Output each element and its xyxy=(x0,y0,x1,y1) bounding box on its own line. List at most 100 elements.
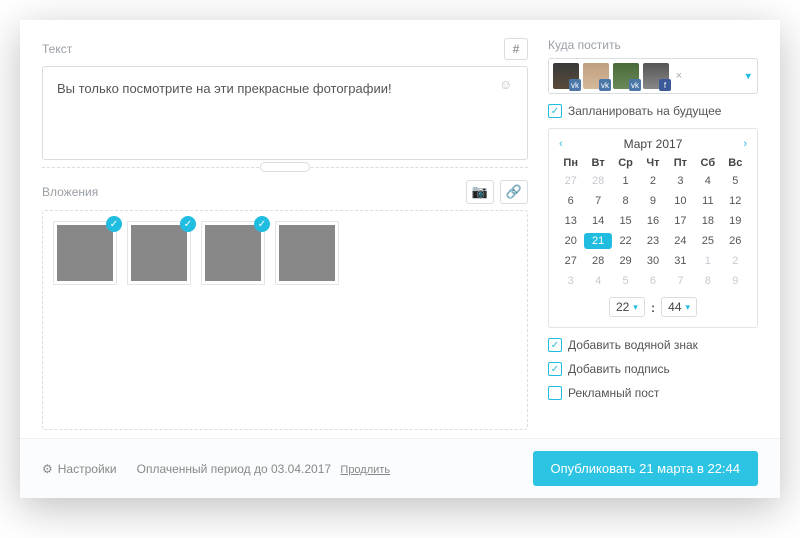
where-label: Куда постить xyxy=(548,38,758,52)
calendar-day[interactable]: 17 xyxy=(667,213,694,229)
targets-select[interactable]: vk vk vk f × ▾ xyxy=(548,58,758,94)
calendar-day[interactable]: 27 xyxy=(557,253,584,269)
calendar-day[interactable]: 3 xyxy=(557,273,584,289)
calendar-day[interactable]: 10 xyxy=(667,193,694,209)
gear-icon: ⚙ xyxy=(42,462,53,476)
calendar: ‹ Март 2017 › ПнВтСрЧтПтСбВс272812345678… xyxy=(548,128,758,328)
calendar-day[interactable]: 11 xyxy=(694,193,721,209)
selected-badge: ✓ xyxy=(254,216,270,232)
content-area: Текст # Вы только посмотрите на эти прек… xyxy=(20,20,780,438)
time-colon: : xyxy=(651,300,655,315)
calendar-day[interactable]: 5 xyxy=(722,173,749,189)
minute-select[interactable]: 44 ▾ xyxy=(661,297,697,317)
calendar-day[interactable]: 9 xyxy=(722,273,749,289)
next-month-button[interactable]: › xyxy=(743,138,747,150)
emoji-icon[interactable]: ☺ xyxy=(499,77,517,95)
calendar-day[interactable]: 18 xyxy=(694,213,721,229)
prev-month-button[interactable]: ‹ xyxy=(559,138,563,150)
calendar-day[interactable]: 6 xyxy=(639,273,666,289)
hour-value: 22 xyxy=(616,300,629,314)
extend-link[interactable]: Продлить xyxy=(340,464,390,476)
resize-handle[interactable] xyxy=(42,160,528,174)
target-account[interactable]: vk xyxy=(583,63,609,89)
calendar-day[interactable]: 12 xyxy=(722,193,749,209)
publish-button[interactable]: Опубликовать 21 марта в 22:44 xyxy=(533,451,759,486)
target-account[interactable]: vk xyxy=(613,63,639,89)
calendar-day[interactable]: 22 xyxy=(612,233,639,249)
watermark-toggle[interactable]: ✓ Добавить водяной знак xyxy=(548,338,758,352)
compose-textarea[interactable]: Вы только посмотрите на эти прекрасные ф… xyxy=(42,66,528,160)
calendar-day[interactable]: 15 xyxy=(612,213,639,229)
calendar-day[interactable]: 19 xyxy=(722,213,749,229)
attachment-thumb[interactable]: ✓ xyxy=(53,221,117,285)
compose-content: Вы только посмотрите на эти прекрасные ф… xyxy=(57,81,392,96)
schedule-label: Запланировать на будущее xyxy=(568,104,721,118)
calendar-day[interactable]: 28 xyxy=(584,253,611,269)
calendar-day[interactable]: 24 xyxy=(667,233,694,249)
calendar-day[interactable]: 2 xyxy=(639,173,666,189)
grip-icon xyxy=(260,162,310,172)
calendar-day[interactable]: 2 xyxy=(722,253,749,269)
calendar-day[interactable]: 7 xyxy=(667,273,694,289)
calendar-day[interactable]: 5 xyxy=(612,273,639,289)
calendar-dow: Вт xyxy=(584,157,611,169)
checkbox-checked-icon: ✓ xyxy=(548,362,562,376)
calendar-day[interactable]: 23 xyxy=(639,233,666,249)
fb-icon: f xyxy=(659,79,671,91)
calendar-day[interactable]: 4 xyxy=(694,173,721,189)
calendar-day[interactable]: 25 xyxy=(694,233,721,249)
calendar-day[interactable]: 13 xyxy=(557,213,584,229)
calendar-day[interactable]: 6 xyxy=(557,193,584,209)
footer: ⚙ Настройки Оплаченный период до 03.04.2… xyxy=(20,438,780,498)
selected-badge: ✓ xyxy=(106,216,122,232)
calendar-day[interactable]: 1 xyxy=(612,173,639,189)
calendar-dow: Ср xyxy=(612,157,639,169)
attachment-image xyxy=(57,225,113,281)
calendar-day[interactable]: 4 xyxy=(584,273,611,289)
calendar-day[interactable]: 21 xyxy=(584,233,611,249)
calendar-day[interactable]: 3 xyxy=(667,173,694,189)
attach-buttons: 📷 🔗 xyxy=(466,180,528,204)
calendar-day[interactable]: 28 xyxy=(584,173,611,189)
calendar-day[interactable]: 29 xyxy=(612,253,639,269)
attachments-dropzone[interactable]: ✓ ✓ ✓ xyxy=(42,210,528,430)
attachment-thumb[interactable]: ✓ xyxy=(201,221,265,285)
advert-toggle[interactable]: Рекламный пост xyxy=(548,386,758,400)
hashtag-button[interactable]: # xyxy=(504,38,528,60)
calendar-day[interactable]: 9 xyxy=(639,193,666,209)
calendar-dow: Сб xyxy=(694,157,721,169)
calendar-day[interactable]: 30 xyxy=(639,253,666,269)
calendar-day[interactable]: 14 xyxy=(584,213,611,229)
calendar-day[interactable]: 27 xyxy=(557,173,584,189)
calendar-dow: Пт xyxy=(667,157,694,169)
settings-link[interactable]: ⚙ Настройки xyxy=(42,462,117,476)
calendar-day[interactable]: 26 xyxy=(722,233,749,249)
attachment-thumb[interactable] xyxy=(275,221,339,285)
calendar-day[interactable]: 31 xyxy=(667,253,694,269)
calendar-day[interactable]: 1 xyxy=(694,253,721,269)
calendar-title: Март 2017 xyxy=(624,137,683,151)
attachments-header: Вложения 📷 🔗 xyxy=(42,180,528,204)
schedule-toggle[interactable]: ✓ Запланировать на будущее xyxy=(548,104,758,118)
attachment-thumb[interactable]: ✓ xyxy=(127,221,191,285)
calendar-day[interactable]: 7 xyxy=(584,193,611,209)
right-panel: Куда постить vk vk vk f × ▾ ✓ Запланиров… xyxy=(548,38,758,438)
calendar-day[interactable]: 8 xyxy=(612,193,639,209)
calendar-day[interactable]: 8 xyxy=(694,273,721,289)
checkbox-checked-icon: ✓ xyxy=(548,338,562,352)
checkbox-checked-icon: ✓ xyxy=(548,104,562,118)
target-account[interactable]: f xyxy=(643,63,669,89)
attachment-image xyxy=(131,225,187,281)
paid-period-text: Оплаченный период до 03.04.2017 Продлить xyxy=(137,462,390,476)
attachments-label: Вложения xyxy=(42,185,98,199)
calendar-day[interactable]: 20 xyxy=(557,233,584,249)
caption-label: Добавить подпись xyxy=(568,362,670,376)
target-account[interactable]: vk xyxy=(553,63,579,89)
hour-select[interactable]: 22 ▾ xyxy=(609,297,645,317)
link-button[interactable]: 🔗 xyxy=(500,180,528,204)
caption-toggle[interactable]: ✓ Добавить подпись xyxy=(548,362,758,376)
remove-target-icon[interactable]: × xyxy=(673,63,685,89)
chevron-down-icon[interactable]: ▾ xyxy=(745,70,751,83)
calendar-day[interactable]: 16 xyxy=(639,213,666,229)
camera-button[interactable]: 📷 xyxy=(466,180,494,204)
